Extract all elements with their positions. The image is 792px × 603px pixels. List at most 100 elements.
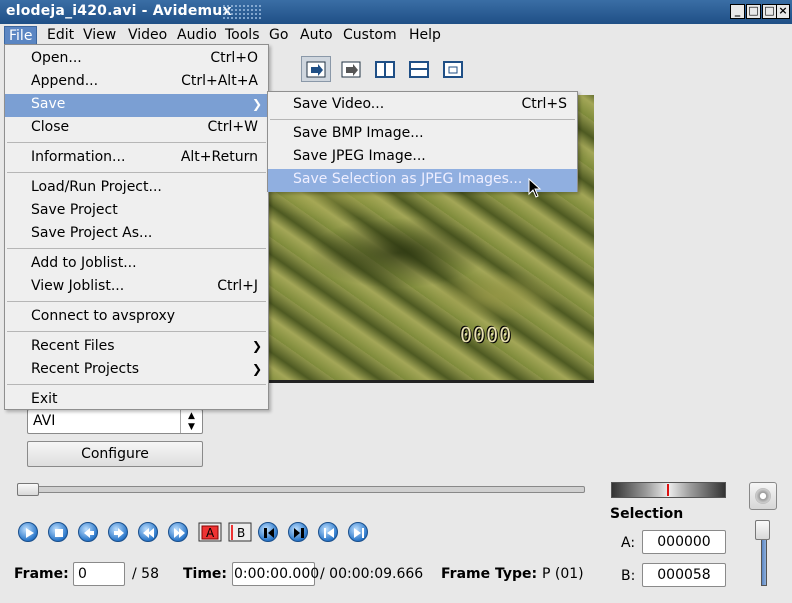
seek-slider-handle[interactable]	[17, 483, 39, 496]
menu-go[interactable]: Go	[265, 26, 292, 46]
menu-item-add-joblist[interactable]: Add to Joblist...	[5, 253, 268, 276]
submenu-arrow-icon: ❯	[251, 362, 262, 376]
menu-custom[interactable]: Custom	[339, 26, 401, 46]
menu-item-open[interactable]: Open... Ctrl+O	[5, 48, 268, 71]
menu-view[interactable]: View	[79, 26, 120, 46]
menu-separator	[7, 384, 266, 385]
go-to-last-frame-button[interactable]	[348, 522, 368, 542]
output-display-button[interactable]	[336, 56, 366, 82]
menu-separator	[7, 248, 266, 249]
window-display-icon	[443, 61, 463, 78]
first-frame-icon	[324, 528, 334, 538]
menu-separator	[7, 172, 266, 173]
maximize-button[interactable]: □	[762, 4, 777, 19]
submenu-arrow-icon: ❯	[251, 97, 262, 111]
next-keyframe-button[interactable]	[168, 522, 188, 542]
previous-frame-button[interactable]	[78, 522, 98, 542]
side-by-side-icon	[375, 61, 395, 78]
menu-item-close[interactable]: Close Ctrl+W	[5, 117, 268, 140]
selection-b-field: 000058	[642, 563, 726, 587]
marker-a-icon: A	[198, 522, 222, 542]
goto-a-icon	[264, 528, 274, 538]
next-keyframe-icon	[174, 528, 185, 538]
set-marker-a-button[interactable]: A	[198, 522, 222, 542]
top-bottom-button[interactable]	[404, 56, 434, 82]
video-bottom-edge	[268, 380, 594, 383]
menu-file[interactable]: File	[4, 26, 38, 46]
restore-button[interactable]: □	[746, 4, 761, 19]
menu-item-avsproxy[interactable]: Connect to avsproxy	[5, 306, 268, 329]
title-bar-pattern	[222, 4, 262, 20]
next-frame-button[interactable]	[108, 522, 128, 542]
mouse-cursor-icon	[528, 178, 542, 198]
menu-audio[interactable]: Audio	[173, 26, 221, 46]
output-format-value: AVI	[33, 413, 56, 429]
audio-toggle-button[interactable]	[749, 482, 777, 510]
go-to-marker-a-button[interactable]	[258, 522, 278, 542]
menu-item-save[interactable]: Save ❯	[5, 94, 268, 117]
top-bottom-icon	[409, 61, 429, 78]
stop-button[interactable]	[48, 522, 68, 542]
menu-item-load-project[interactable]: Load/Run Project...	[5, 177, 268, 200]
jog-shuttle-marker	[667, 484, 669, 496]
configure-button[interactable]: Configure	[27, 441, 203, 467]
goto-b-icon	[294, 528, 304, 538]
selection-title: Selection	[610, 506, 684, 522]
window-display-button[interactable]	[438, 56, 468, 82]
menu-separator	[270, 119, 575, 120]
frame-label: Frame:	[14, 566, 69, 582]
select-arrows-icon: ▲ ▼	[180, 410, 202, 433]
output-format-select[interactable]: AVI ▲ ▼	[27, 409, 203, 434]
play-icon	[26, 528, 34, 538]
menu-item-view-joblist[interactable]: View Joblist... Ctrl+J	[5, 276, 268, 299]
menu-tools[interactable]: Tools	[221, 26, 264, 46]
menu-item-save-video[interactable]: Save Video... Ctrl+S	[268, 94, 577, 117]
time-label: Time:	[183, 566, 228, 582]
output-display-icon	[341, 61, 361, 78]
menu-item-information[interactable]: Information... Alt+Return	[5, 147, 268, 170]
set-marker-b-button[interactable]: B	[228, 522, 252, 542]
menu-edit[interactable]: Edit	[43, 26, 78, 46]
frame-total: / 58	[132, 566, 159, 582]
previous-frame-icon	[84, 528, 94, 538]
previous-keyframe-icon	[143, 528, 154, 538]
volume-slider-handle[interactable]	[755, 520, 770, 540]
close-button[interactable]: ×	[776, 4, 790, 19]
menu-item-append[interactable]: Append... Ctrl+Alt+A	[5, 71, 268, 94]
go-to-first-frame-button[interactable]	[318, 522, 338, 542]
marker-a-letter: A	[206, 526, 215, 540]
jog-shuttle[interactable]	[611, 482, 726, 498]
selection-b-label: B:	[621, 568, 636, 584]
input-display-icon	[306, 61, 326, 78]
menu-item-recent-files[interactable]: Recent Files ❯	[5, 336, 268, 359]
play-button[interactable]	[18, 522, 38, 542]
side-by-side-button[interactable]	[370, 56, 400, 82]
marker-b-icon: B	[228, 522, 252, 542]
title-bar: elodeja_i420.avi - Avidemux _ □ □ ×	[0, 0, 792, 24]
selection-a-field: 000000	[642, 530, 726, 554]
time-input[interactable]: 0:00:00.000	[232, 562, 319, 586]
minimize-button[interactable]: _	[730, 4, 745, 19]
menu-item-save-jpeg[interactable]: Save JPEG Image...	[268, 146, 577, 169]
menu-item-save-project-as[interactable]: Save Project As...	[5, 223, 268, 246]
frame-type-value: P (01)	[542, 566, 584, 582]
menu-item-save-bmp[interactable]: Save BMP Image...	[268, 123, 577, 146]
menu-video[interactable]: Video	[124, 26, 171, 46]
menu-item-save-project[interactable]: Save Project	[5, 200, 268, 223]
speaker-icon	[755, 488, 771, 504]
stop-icon	[55, 529, 63, 537]
menu-item-exit[interactable]: Exit	[5, 389, 268, 409]
input-display-button[interactable]	[301, 56, 331, 82]
menu-auto[interactable]: Auto	[296, 26, 337, 46]
frame-input[interactable]: 0	[73, 562, 125, 586]
seek-slider-track[interactable]	[17, 486, 585, 493]
submenu-arrow-icon: ❯	[251, 339, 262, 353]
menu-help[interactable]: Help	[405, 26, 445, 46]
previous-keyframe-button[interactable]	[138, 522, 158, 542]
menu-separator	[7, 301, 266, 302]
go-to-marker-b-button[interactable]	[288, 522, 308, 542]
menu-item-recent-projects[interactable]: Recent Projects ❯	[5, 359, 268, 382]
next-frame-icon	[114, 528, 124, 538]
window-title: elodeja_i420.avi - Avidemux	[6, 3, 232, 19]
last-frame-icon	[354, 528, 364, 538]
